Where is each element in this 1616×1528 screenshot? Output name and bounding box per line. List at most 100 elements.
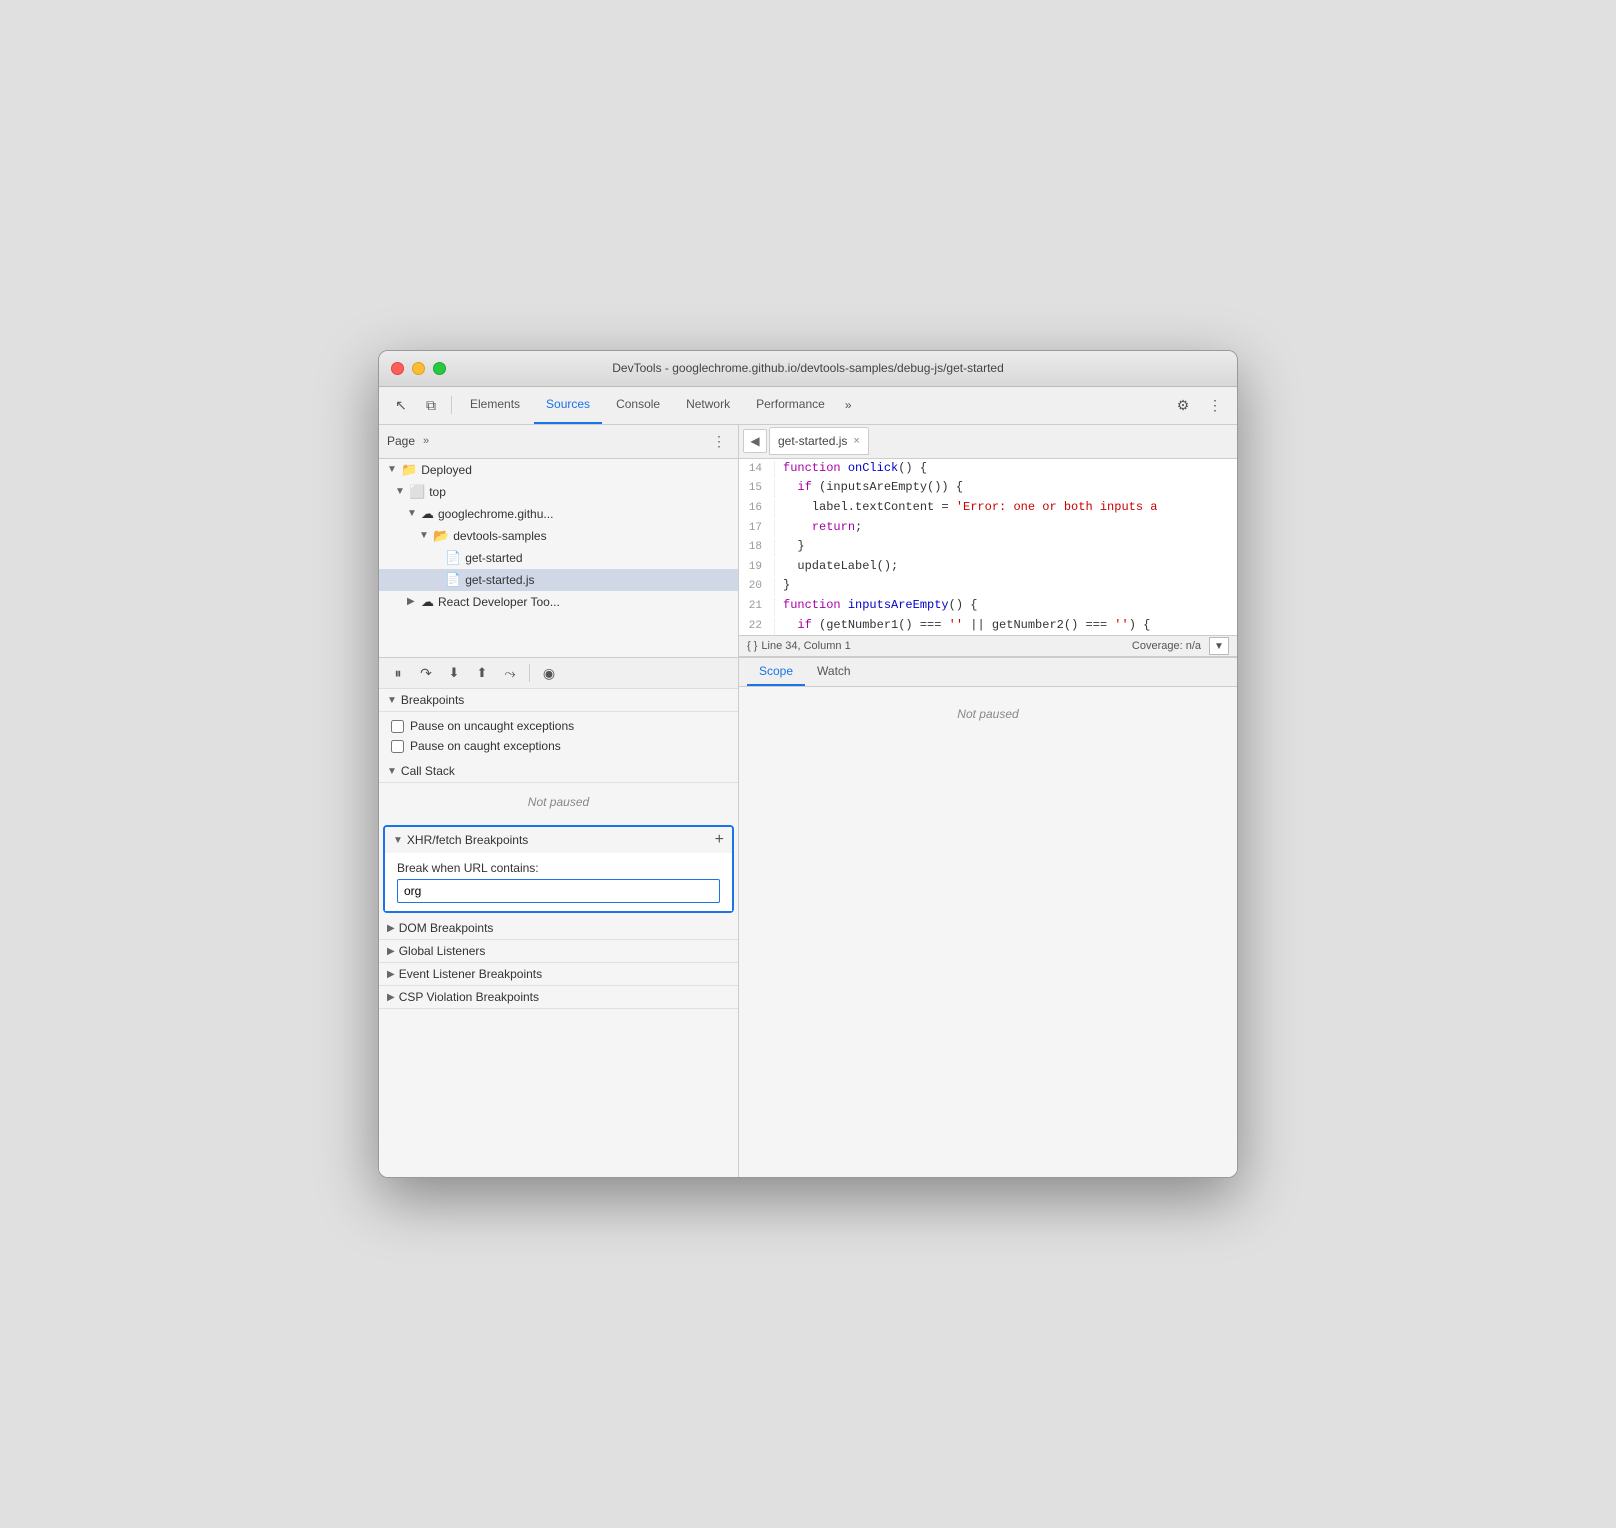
dom-breakpoints-label: DOM Breakpoints (399, 921, 494, 935)
pause-caught-checkbox[interactable] (391, 740, 404, 753)
code-line-19: 19 updateLabel(); (739, 557, 1237, 577)
cursor-braces-icon: { } (747, 640, 757, 652)
page-label: Page (387, 434, 415, 448)
tree-item-deployed[interactable]: ▼ 📁 Deployed (379, 459, 738, 481)
page-more-button[interactable]: » (419, 433, 433, 449)
folder-open-icon: 📂 (433, 528, 449, 544)
folder-icon: 📁 (401, 462, 417, 478)
kebab-menu-icon[interactable]: ⋮ (1201, 391, 1229, 419)
scope-tabs: Scope Watch (739, 658, 1237, 687)
toolbar-separator (451, 396, 452, 414)
code-line-20: 20 } (739, 576, 1237, 596)
back-panel-button[interactable]: ◀ (743, 429, 767, 453)
bottom-panels: ⏸ ↷ ⬇ ⬆ ⤳ ◉ ▼ Breakpoints Pause on un (379, 657, 1237, 1177)
breakpoints-section-header[interactable]: ▼ Breakpoints (379, 689, 738, 712)
step-continue-icon[interactable]: ⤳ (499, 662, 521, 684)
tree-item-devtools-samples[interactable]: ▼ 📂 devtools-samples (379, 525, 738, 547)
tree-item-top[interactable]: ▼ ⬜ top (379, 481, 738, 503)
coverage-button[interactable]: ▼ (1209, 637, 1229, 655)
tab-watch[interactable]: Watch (805, 658, 863, 686)
xhr-content: Break when URL contains: (385, 853, 732, 911)
tab-sources[interactable]: Sources (534, 386, 602, 424)
dom-arrow: ▶ (387, 923, 395, 934)
tree-label: React Developer Too... (438, 595, 560, 609)
maximize-button[interactable] (433, 362, 446, 375)
js-file-icon: 📄 (445, 572, 461, 588)
tree-item-get-started[interactable]: 📄 get-started (379, 547, 738, 569)
coverage-label: Coverage: n/a (1132, 640, 1201, 652)
devtools-body: Page » ⋮ ▼ 📁 Deployed ▼ ⬜ top (379, 425, 1237, 1177)
pause-uncaught-checkbox[interactable] (391, 720, 404, 733)
close-button[interactable] (391, 362, 404, 375)
global-listeners-section[interactable]: ▶ Global Listeners (379, 940, 738, 963)
pause-button[interactable]: ⏸ (387, 662, 409, 684)
file-icon: 📄 (445, 550, 461, 566)
file-tab-get-started-js[interactable]: get-started.js × (769, 427, 869, 455)
step-over-icon[interactable]: ↷ (415, 662, 437, 684)
file-tab-label: get-started.js (778, 434, 847, 448)
xhr-label: XHR/fetch Breakpoints (407, 833, 528, 847)
devtools-window: DevTools - googlechrome.github.io/devtoo… (378, 350, 1238, 1178)
toolbar-right: ⚙ ⋮ (1169, 391, 1229, 419)
step-into-icon[interactable]: ⬇ (443, 662, 465, 684)
tree-item-googlechrome[interactable]: ▼ ☁ googlechrome.githu... (379, 503, 738, 525)
deactivate-breakpoints-icon[interactable]: ◉ (538, 662, 560, 684)
tree-label: devtools-samples (453, 529, 546, 543)
status-bar: { } Line 34, Column 1 Coverage: n/a ▼ (739, 635, 1237, 657)
tree-arrow: ▶ (407, 596, 417, 607)
scope-panel: Scope Watch Not paused (739, 658, 1237, 1177)
tab-console[interactable]: Console (604, 386, 672, 424)
tab-scope[interactable]: Scope (747, 658, 805, 686)
event-listener-label: Event Listener Breakpoints (399, 967, 542, 981)
debug-toolbar: ⏸ ↷ ⬇ ⬆ ⤳ ◉ (379, 658, 738, 689)
more-tabs-button[interactable]: » (839, 386, 858, 424)
debug-toolbar-separator (529, 664, 530, 682)
right-panel: ◀ get-started.js × 14 function onClick()… (739, 425, 1237, 657)
tree-arrow: ▼ (407, 508, 417, 519)
code-line-16: 16 label.textContent = 'Error: one or bo… (739, 498, 1237, 518)
minimize-button[interactable] (412, 362, 425, 375)
xhr-url-input[interactable] (397, 879, 720, 903)
global-listeners-label: Global Listeners (399, 944, 486, 958)
step-out-icon[interactable]: ⬆ (471, 662, 493, 684)
tree-item-react[interactable]: ▶ ☁ React Developer Too... (379, 591, 738, 613)
tree-label: googlechrome.githu... (438, 507, 553, 521)
event-listener-section[interactable]: ▶ Event Listener Breakpoints (379, 963, 738, 986)
file-tab-close-icon[interactable]: × (853, 435, 859, 447)
layers-icon[interactable]: ⧉ (417, 391, 445, 419)
dom-breakpoints-section[interactable]: ▶ DOM Breakpoints (379, 917, 738, 940)
code-line-14: 14 function onClick() { (739, 459, 1237, 479)
cloud-icon: ☁ (421, 506, 434, 522)
status-position: Line 34, Column 1 (761, 640, 850, 652)
tree-item-get-started-js[interactable]: 📄 get-started.js (379, 569, 738, 591)
tree-label: top (429, 485, 446, 499)
tab-network[interactable]: Network (674, 386, 742, 424)
event-arrow: ▶ (387, 969, 395, 980)
left-panel: Page » ⋮ ▼ 📁 Deployed ▼ ⬜ top (379, 425, 739, 657)
tree-label: get-started (465, 551, 522, 565)
csp-section[interactable]: ▶ CSP Violation Breakpoints (379, 986, 738, 1009)
cursor-icon[interactable]: ↖ (387, 391, 415, 419)
breakpoints-label: Breakpoints (401, 693, 464, 707)
xhr-add-button[interactable]: + (715, 831, 724, 849)
code-line-17: 17 return; (739, 518, 1237, 538)
code-line-21: 21 function inputsAreEmpty() { (739, 596, 1237, 616)
xhr-section-header[interactable]: ▼ XHR/fetch Breakpoints + (385, 827, 732, 853)
panel-menu-icon[interactable]: ⋮ (708, 431, 730, 452)
status-bar-right: Coverage: n/a ▼ (1132, 637, 1229, 655)
settings-icon[interactable]: ⚙ (1169, 391, 1197, 419)
file-tree: ▼ 📁 Deployed ▼ ⬜ top ▼ ☁ googlechrome.gi… (379, 459, 738, 657)
callstack-section-header[interactable]: ▼ Call Stack (379, 760, 738, 783)
xhr-arrow: ▼ (393, 835, 403, 846)
xhr-breakpoints-section: ▼ XHR/fetch Breakpoints + Break when URL… (383, 825, 734, 913)
frame-icon: ⬜ (409, 484, 425, 500)
main-toolbar: ↖ ⧉ Elements Sources Console Network Per… (379, 387, 1237, 425)
tab-elements[interactable]: Elements (458, 386, 532, 424)
file-tabs: ◀ get-started.js × (739, 425, 1237, 459)
breakpoints-content: Pause on uncaught exceptions Pause on ca… (379, 712, 738, 760)
xhr-break-label: Break when URL contains: (397, 861, 720, 875)
pause-caught-label: Pause on caught exceptions (410, 739, 561, 753)
code-editor[interactable]: 14 function onClick() { 15 if (inputsAre… (739, 459, 1237, 635)
code-line-15: 15 if (inputsAreEmpty()) { (739, 478, 1237, 498)
tab-performance[interactable]: Performance (744, 386, 837, 424)
